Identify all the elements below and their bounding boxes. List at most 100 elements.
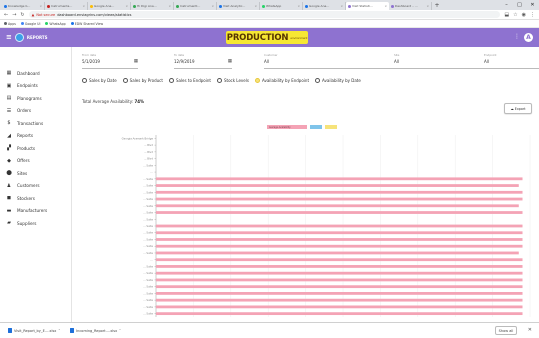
average-availability: Total Average Availability: 74% [82, 99, 145, 104]
url-input[interactable]: ▲ Not secure dashboard.enviagrins.com/vi… [28, 11, 501, 18]
reload-icon[interactable]: ↻ [20, 12, 24, 18]
radio-stock-levels[interactable]: Stock Levels [216, 78, 249, 83]
extension-icon[interactable]: ⬓ [504, 12, 509, 18]
sidebar-item-offers[interactable]: ◆ Offers [0, 155, 71, 168]
radio-label: Availability by Endpoint [261, 78, 310, 83]
tab-close-icon[interactable]: × [340, 4, 343, 8]
close-downloads-icon[interactable]: ✕ [528, 327, 532, 333]
browser-tab[interactable]: Visit Analytic… × [217, 2, 260, 10]
filter-endpoint[interactable]: Endpoint All [484, 51, 539, 69]
production-label: PRODUCTION [226, 32, 289, 43]
browser-tab[interactable]: Google Ana… × [88, 2, 131, 10]
bar [156, 265, 523, 268]
bookmark-label: EDW Shared View [74, 21, 104, 26]
radio-availability-by-date[interactable]: Availability by Date [315, 78, 361, 83]
bookmark-item[interactable]: EDW Shared View [70, 21, 104, 26]
bookmark-item[interactable]: WhatsApp [45, 22, 66, 26]
radio-label: Sales by Date [89, 78, 117, 83]
user-avatar[interactable]: A [524, 33, 533, 42]
download-label: Incoming_Report….xlsx [76, 328, 118, 333]
bookmark-star-icon[interactable]: ☆ [513, 12, 517, 18]
tab-favicon-icon [391, 4, 394, 8]
tab-label: Dashboard – … [395, 4, 418, 8]
browser-tab[interactable]: Visit Statisti… × [346, 2, 389, 10]
radio-availability-by-endpoint[interactable]: Availability by Endpoint [254, 78, 310, 83]
tab-favicon-icon [133, 4, 136, 8]
sidebar-item-products[interactable]: ▞ Products [0, 142, 71, 155]
more-icon[interactable]: ⋮ [514, 33, 520, 40]
sidebar-item-orders[interactable]: ☰ Orders [0, 105, 71, 118]
chevron-up-icon[interactable]: ˄ [58, 329, 60, 333]
minimize-icon[interactable]: – [500, 0, 513, 10]
tab-close-icon[interactable]: × [168, 4, 171, 8]
sidebar-item-label: Stockers [17, 195, 35, 201]
tab-label: WhatsApp [266, 4, 282, 8]
chevron-up-icon[interactable]: ˄ [119, 329, 121, 333]
sidebar-item-suppliers[interactable]: ▰ Suppliers [0, 217, 71, 230]
filter-value: 12/9/2019 [174, 59, 195, 64]
sidebar-item-customers[interactable]: ♟ Customers [0, 180, 71, 193]
new-tab-button[interactable]: + [432, 2, 442, 10]
radio-sales-to-endpoint[interactable]: Sales to Endpoint [168, 78, 211, 83]
filter-label: Customer [264, 53, 278, 57]
browser-tab[interactable]: Google Ana… × [303, 2, 346, 10]
profile-icon[interactable]: ◉ [522, 12, 526, 18]
filter-from-date[interactable]: From date 5/1/2019 ▦ [82, 51, 138, 69]
tab-close-icon[interactable]: × [39, 4, 42, 8]
sidebar-item-endpoints[interactable]: ▣ Endpoints [0, 80, 71, 93]
tab-close-icon[interactable]: × [211, 4, 214, 8]
sidebar-item-reports[interactable]: ◢ Reports [0, 130, 71, 143]
sidebar-item-transactions[interactable]: $ Transactions [0, 117, 71, 130]
bookmark-item[interactable]: Apps [4, 22, 16, 26]
filter-value: All [264, 59, 269, 64]
browser-tab[interactable]: Knowledge b… × [2, 2, 45, 10]
menu-icon[interactable]: ⋮ [530, 12, 535, 18]
tab-label: Hi Digi Ana… [137, 4, 157, 8]
forward-icon[interactable]: → [12, 12, 16, 18]
sidebar-item-stockers[interactable]: ◼ Stockers [0, 192, 71, 205]
sidebar-item-manufacturers[interactable]: ▬ Manufacturers [0, 205, 71, 218]
bookmark-item[interactable]: Google UI [20, 22, 40, 26]
hamburger-icon[interactable]: ≡ [6, 34, 12, 41]
radio-sales-by-date[interactable]: Sales by Date [82, 78, 117, 83]
tab-favicon-icon [176, 4, 179, 8]
export-button[interactable]: ☁ Export [504, 103, 532, 114]
download-item[interactable]: Visit_Report_by_E….xlsx ˄ [8, 328, 60, 333]
tab-label: Google Ana… [94, 4, 115, 8]
radio-label: Availability by Date [322, 78, 361, 83]
filter-to-date[interactable]: To date 12/9/2019 ▦ [174, 51, 232, 69]
filter-customer[interactable]: Customer All [264, 51, 394, 69]
bar [156, 211, 523, 214]
tab-label: Knowledge b… [8, 4, 31, 8]
browser-tab[interactable]: Hi Digi Ana… × [131, 2, 174, 10]
radio-sales-by-product[interactable]: Sales by Product [122, 78, 163, 83]
calendar-icon[interactable]: ▦ [134, 59, 138, 64]
tab-close-icon[interactable]: × [426, 4, 429, 8]
logo-icon [14, 33, 24, 42]
sidebar-item-planograms[interactable]: ▤ Planograms [0, 92, 71, 105]
close-window-icon[interactable]: ✕ [526, 0, 539, 10]
not-secure-icon[interactable]: ▲ [32, 13, 35, 17]
sidebar-item-dashboard[interactable]: ▦ Dashboard [0, 67, 71, 80]
tab-close-icon[interactable]: × [254, 4, 257, 8]
bar [156, 251, 519, 255]
sidebar-item-label: Planograms [17, 95, 42, 101]
tab-close-icon[interactable]: × [82, 4, 85, 8]
show-all-button[interactable]: Show all [495, 326, 517, 335]
browser-tab[interactable]: Instrumenta… × [45, 2, 88, 10]
radio-label: Sales to Endpoint [175, 78, 211, 83]
calendar-icon[interactable]: ▦ [228, 59, 232, 64]
tab-close-icon[interactable]: × [297, 4, 300, 8]
chart-legend: Average Availability [267, 125, 337, 129]
browser-tab[interactable]: Dashboard – … × [389, 2, 432, 10]
tab-close-icon[interactable]: × [125, 4, 128, 8]
sidebar-item-label: Transactions [17, 120, 44, 126]
sidebar-item-sites[interactable]: ⬤ Sites [0, 167, 71, 180]
browser-tab[interactable]: WhatsApp × [260, 2, 303, 10]
bar [156, 197, 523, 201]
maximize-icon[interactable]: □ [513, 0, 526, 10]
back-icon[interactable]: ← [4, 12, 8, 18]
download-item[interactable]: Incoming_Report….xlsx ˄ [70, 328, 121, 333]
browser-tab[interactable]: Instrumentl… × [174, 2, 217, 10]
tab-close-icon[interactable]: × [384, 4, 387, 8]
